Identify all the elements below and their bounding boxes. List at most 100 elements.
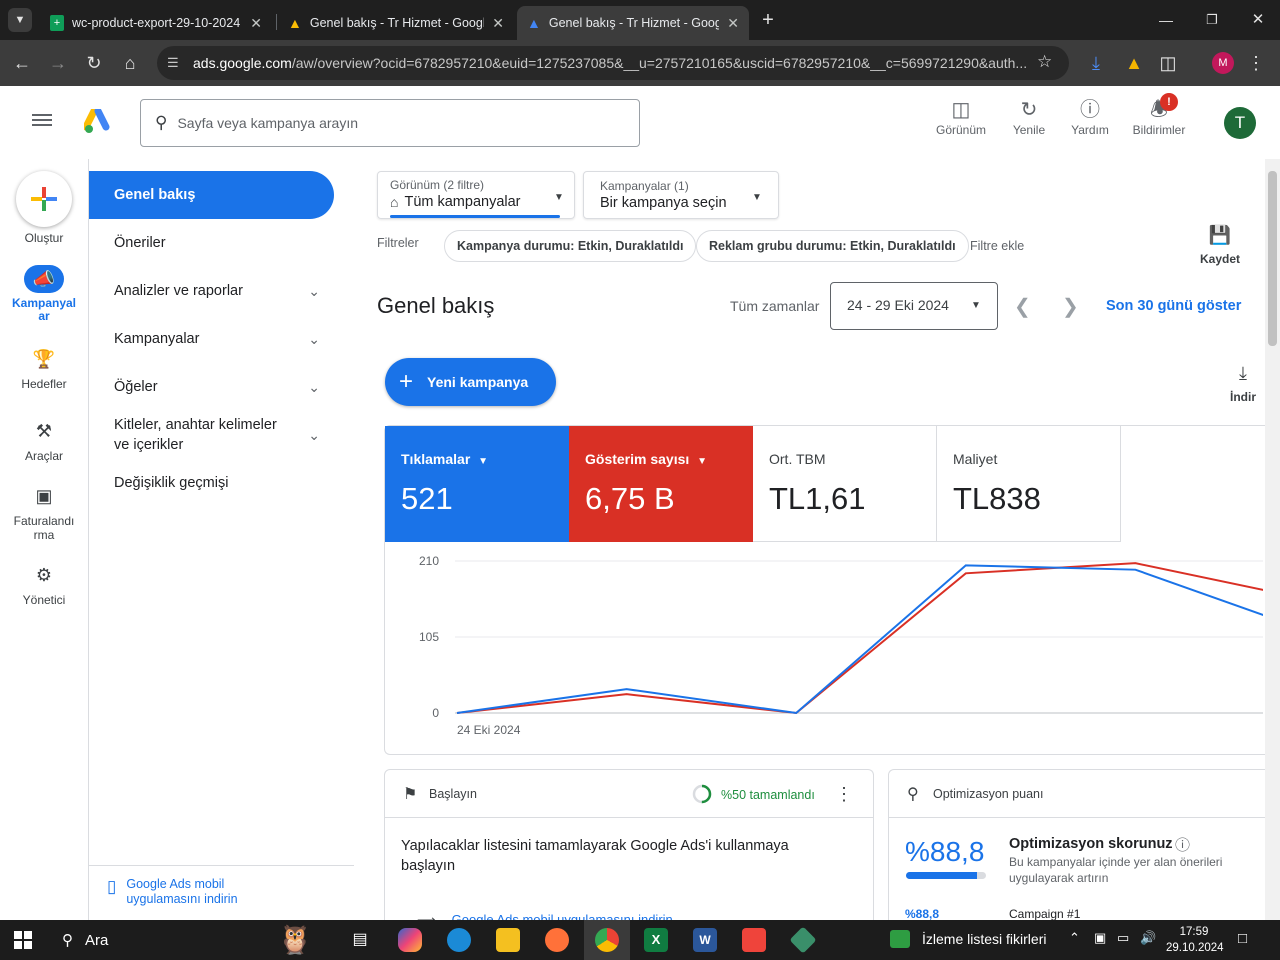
- start-button[interactable]: [14, 931, 32, 949]
- file-explorer-icon[interactable]: [496, 928, 520, 952]
- help-button[interactable]: ⓘ Yardım: [1055, 97, 1125, 137]
- rail-item-campaigns[interactable]: 📣 Kampanyal ar: [0, 265, 88, 323]
- watchlist-widget[interactable]: İzleme listesi fikirleri: [890, 930, 1046, 948]
- next-period-icon[interactable]: ❯: [1062, 294, 1079, 319]
- home-icon[interactable]: ⌂: [118, 51, 142, 75]
- help-icon: ⓘ: [1080, 99, 1100, 121]
- anydesk-icon[interactable]: [742, 928, 766, 952]
- metric-card-avg-cpc[interactable]: Ort. TBM TL1,61: [753, 426, 937, 542]
- mobile-app-promo-link[interactable]: ▯ Google Ads mobil uygulamasını indirin: [107, 877, 266, 907]
- tools-icon: ⚒: [35, 421, 53, 441]
- view-selector[interactable]: Görünüm (2 filtre) ⌂ Tüm kampanyalar ▼: [377, 171, 575, 219]
- notifications-button[interactable]: 🕭 Bildirimler !: [1124, 93, 1194, 137]
- taskbar-search[interactable]: ⚲ Ara: [48, 924, 248, 956]
- filter-chip-adgroup-status[interactable]: Reklam grubu durumu: Etkin, Duraklatıldı: [696, 230, 969, 262]
- dropdown-arrow-icon[interactable]: ▼: [697, 456, 707, 467]
- notification-center-icon[interactable]: □: [1238, 930, 1247, 947]
- previous-period-icon[interactable]: ❮: [1014, 294, 1031, 319]
- dropdown-arrow-icon[interactable]: ▼: [478, 456, 488, 467]
- edge-icon[interactable]: [447, 928, 471, 952]
- help-circle-icon[interactable]: ⓘ: [1175, 834, 1190, 855]
- add-filter-button[interactable]: Filtre ekle: [970, 239, 1024, 253]
- nav-item-overview[interactable]: Genel bakış: [89, 171, 334, 219]
- browser-tab[interactable]: + wc-product-export-29-10-2024 ✕: [40, 6, 272, 40]
- windows-taskbar: ⚲ Ara 🦉 ▤ X W İzleme listesi fikirleri ⌃…: [0, 920, 1280, 960]
- campaign-selector[interactable]: Kampanyalar (1) Bir kampanya seçin ▼: [583, 171, 779, 219]
- page-scrollbar[interactable]: [1265, 159, 1280, 920]
- close-window-icon[interactable]: ✕: [1248, 10, 1268, 30]
- plus-icon: [31, 187, 57, 211]
- owl-search-highlight-icon[interactable]: 🦉: [262, 922, 328, 958]
- search-input[interactable]: ⚲ Sayfa veya kampanya arayın: [140, 99, 640, 147]
- last-30-days-link[interactable]: Son 30 günü göster: [1106, 298, 1241, 314]
- url-field[interactable]: ☰ ads.google.com/aw/overview?ocid=678295…: [157, 46, 1069, 80]
- optimization-score-card: ⚲ Optimizasyon puanı %88,8 Optimizasyon …: [888, 769, 1280, 939]
- nav-item-audiences-keywords[interactable]: Kitleler, anahtar kelimeler ve içerikler…: [89, 413, 334, 457]
- nav-item-change-history[interactable]: Değişiklik geçmişi: [89, 459, 334, 507]
- excel-icon[interactable]: X: [644, 928, 668, 952]
- metric-card-clicks[interactable]: Tıklamalar ▼ 521: [385, 426, 569, 542]
- browser-tab[interactable]: ▲ Genel bakış - Tr Hizmet - Google ✕: [278, 6, 514, 40]
- minimize-icon[interactable]: —: [1156, 10, 1176, 30]
- nav-item-recommendations[interactable]: Öneriler: [89, 219, 334, 267]
- clock[interactable]: 17:59 29.10.2024: [1166, 924, 1224, 956]
- tab-list-dropdown-icon[interactable]: ▼: [8, 8, 32, 32]
- optimization-score-value: %88,8: [905, 836, 985, 867]
- google-ads-favicon-icon: ▲: [288, 15, 302, 31]
- create-button[interactable]: [16, 171, 72, 227]
- download-button[interactable]: ⤓ İndir: [1224, 363, 1262, 404]
- google-ads-favicon-icon: ▲: [527, 15, 541, 31]
- left-rail: Oluştur 📣 Kampanyal ar 🏆 Hedefler ⚒ Araç…: [0, 159, 88, 920]
- tray-chevron-icon[interactable]: ⌃: [1069, 930, 1080, 946]
- bookmark-star-icon[interactable]: ☆: [1037, 52, 1052, 72]
- save-button[interactable]: 💾 Kaydet: [1196, 225, 1244, 266]
- restore-icon[interactable]: ❐: [1202, 10, 1222, 30]
- rail-item-billing[interactable]: ▣ Faturalandı rma: [0, 482, 88, 542]
- back-icon[interactable]: ←: [10, 51, 34, 75]
- close-tab-icon[interactable]: ✕: [250, 15, 262, 32]
- app-tools-icon[interactable]: [789, 926, 817, 954]
- chrome-taskbar-item[interactable]: [584, 920, 630, 960]
- reload-icon[interactable]: ↻: [82, 51, 106, 75]
- app-w-icon[interactable]: W: [693, 928, 717, 952]
- date-range-selector[interactable]: 24 - 29 Eki 2024 ▼: [830, 282, 998, 330]
- volume-icon[interactable]: 🔊: [1140, 930, 1156, 946]
- metric-card-cost[interactable]: Maliyet TL838: [937, 426, 1121, 542]
- forward-icon[interactable]: →: [46, 51, 70, 75]
- extension-download-icon[interactable]: ⤓: [1084, 51, 1108, 75]
- browser-tab-active[interactable]: ▲ Genel bakış - Tr Hizmet - Google ✕: [517, 6, 749, 40]
- refresh-button[interactable]: ↻ Yenile: [994, 97, 1064, 137]
- nav-item-insights-reports[interactable]: Analizler ve raporlar ⌄: [89, 267, 334, 315]
- rail-item-goals[interactable]: 🏆 Hedefler: [0, 345, 88, 391]
- firefox-icon[interactable]: [545, 928, 569, 952]
- network-icon[interactable]: ▭: [1117, 930, 1129, 946]
- time-label: Tüm zamanlar: [730, 298, 820, 314]
- browser-menu-icon[interactable]: ⋮: [1244, 51, 1268, 75]
- new-tab-icon[interactable]: +: [758, 8, 778, 32]
- extensions-puzzle-icon[interactable]: ◫: [1156, 51, 1180, 75]
- profile-avatar[interactable]: M: [1212, 52, 1234, 74]
- metric-card-impressions[interactable]: Gösterim sayısı ▼ 6,75 B: [569, 426, 753, 542]
- account-avatar[interactable]: T: [1224, 107, 1256, 139]
- google-ads-logo[interactable]: [82, 107, 112, 135]
- copilot-icon[interactable]: [398, 928, 422, 952]
- y-tick-label: 210: [419, 554, 439, 568]
- camera-icon[interactable]: ▣: [1094, 930, 1106, 946]
- rail-item-tools[interactable]: ⚒ Araçlar: [0, 417, 88, 463]
- view-button[interactable]: ◫ Görünüm: [926, 97, 996, 137]
- site-info-icon[interactable]: ☰: [167, 55, 179, 71]
- filter-chip-campaign-status[interactable]: Kampanya durumu: Etkin, Duraklatıldı: [444, 230, 697, 262]
- new-campaign-button[interactable]: + Yeni kampanya: [385, 358, 556, 406]
- rail-item-admin[interactable]: ⚙ Yönetici: [0, 561, 88, 607]
- more-options-icon[interactable]: ⋮: [835, 784, 853, 805]
- close-tab-icon[interactable]: ✕: [727, 15, 739, 32]
- task-view-icon[interactable]: ▤: [348, 928, 372, 952]
- nav-item-campaigns[interactable]: Kampanyalar ⌄: [89, 315, 334, 363]
- extension-color-icon[interactable]: ▲: [1122, 51, 1146, 75]
- ads-header: ⚲ Sayfa veya kampanya arayın ◫ Görünüm ↻…: [0, 87, 1280, 159]
- hamburger-menu-icon[interactable]: [32, 111, 54, 129]
- close-tab-icon[interactable]: ✕: [492, 15, 504, 32]
- nav-item-assets[interactable]: Öğeler ⌄: [89, 363, 334, 411]
- flag-icon: ⚑: [403, 786, 418, 803]
- x-tick-label: 24 Eki 2024: [457, 723, 521, 737]
